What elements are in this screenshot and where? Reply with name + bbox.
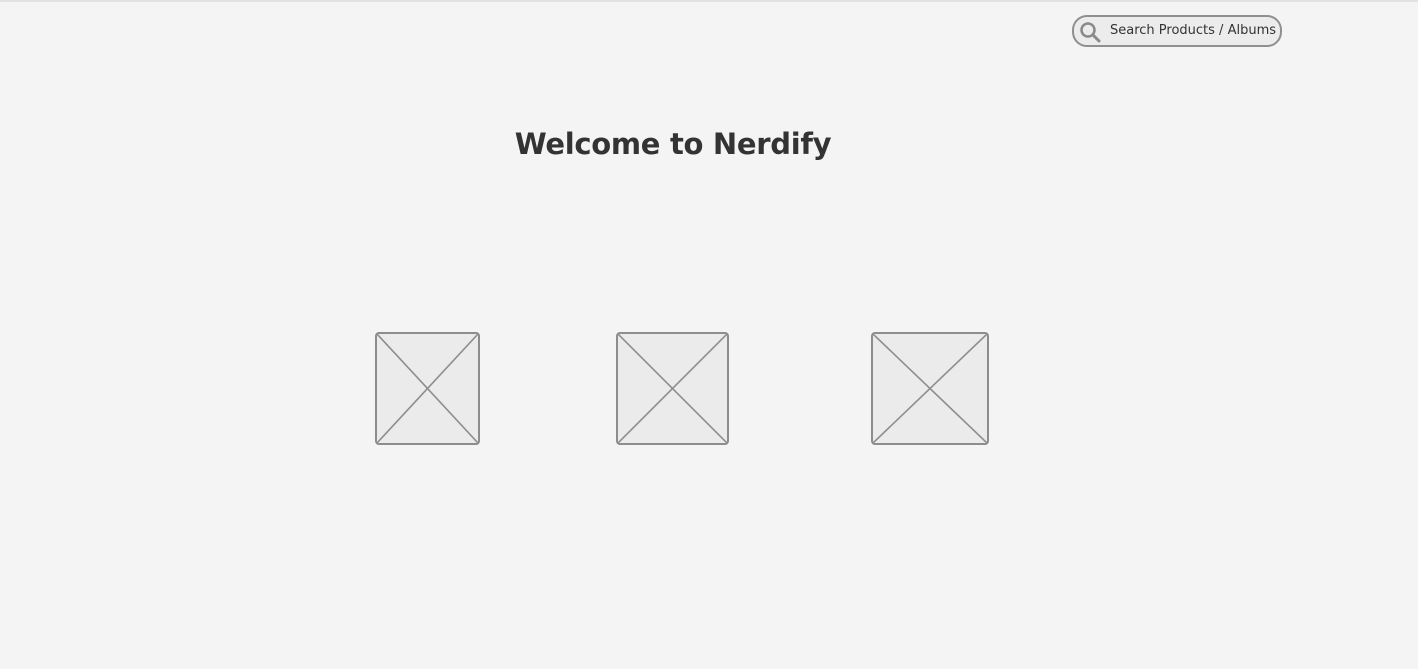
search-placeholder[interactable]: Search Products / Albums [1110, 17, 1276, 45]
top-border [0, 0, 1418, 2]
image-placeholder-2 [616, 332, 729, 445]
image-placeholder-icon [873, 334, 987, 443]
search-box[interactable]: Search Products / Albums [1072, 15, 1282, 47]
page-title: Welcome to Nerdify [514, 127, 832, 162]
image-placeholder-icon [377, 334, 478, 443]
image-placeholder-icon [618, 334, 727, 443]
image-placeholder-1 [375, 332, 480, 445]
search-icon [1079, 21, 1101, 43]
image-placeholder-3 [871, 332, 989, 445]
